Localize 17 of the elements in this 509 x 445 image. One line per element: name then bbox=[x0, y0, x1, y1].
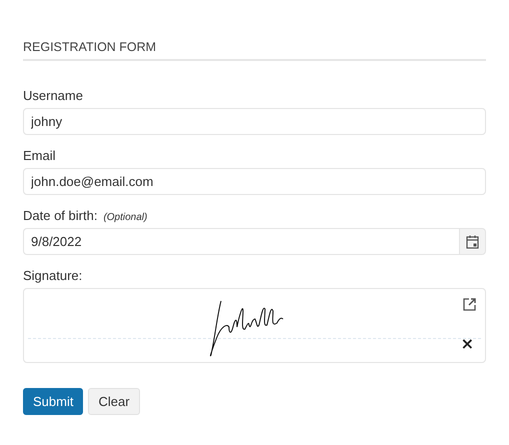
text-field[interactable]: johny bbox=[23, 108, 486, 135]
optional-note: (Optional) bbox=[103, 212, 148, 223]
field-label: Signature: bbox=[23, 268, 82, 283]
expand-icon bbox=[463, 298, 476, 311]
expand-button[interactable] bbox=[463, 298, 476, 311]
field-label: Email bbox=[23, 148, 56, 163]
field-label: Username bbox=[23, 88, 83, 103]
clear-signature-button[interactable]: × bbox=[460, 336, 474, 352]
signature-pad[interactable]: × bbox=[23, 288, 486, 363]
clear-button[interactable]: Clear bbox=[88, 388, 140, 415]
field-label: Date of birth: bbox=[23, 208, 98, 223]
date-field[interactable]: 9/8/2022 bbox=[23, 228, 459, 255]
text-field[interactable]: john.doe@email.com bbox=[23, 168, 486, 195]
calendar-icon bbox=[466, 234, 479, 248]
form-title: REGISTRATION FORM bbox=[23, 40, 486, 61]
calendar-button[interactable] bbox=[459, 228, 486, 255]
submit-button[interactable]: Submit bbox=[23, 388, 84, 415]
